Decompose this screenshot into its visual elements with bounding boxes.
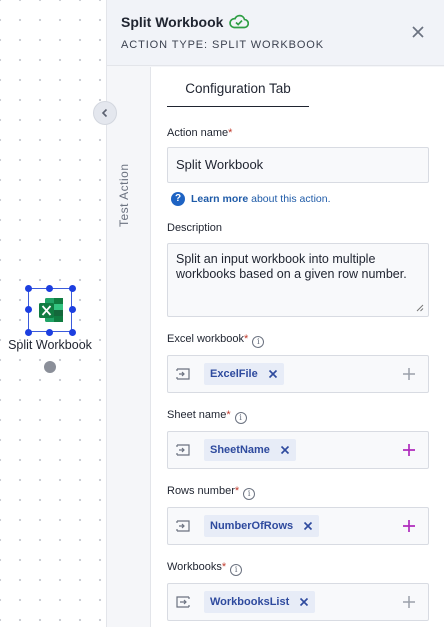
variable-input-icon: [176, 520, 190, 532]
close-icon[interactable]: [410, 24, 426, 40]
help-icon: ?: [171, 192, 185, 206]
remove-chip-icon[interactable]: [299, 597, 309, 607]
info-icon[interactable]: i: [230, 564, 243, 576]
workflow-canvas[interactable]: Split Workbook: [0, 0, 106, 627]
add-variable-icon[interactable]: [402, 595, 416, 609]
resize-grip-icon[interactable]: [416, 304, 424, 312]
action-type-label: ACTION TYPE: SPLIT WORKBOOK: [121, 39, 324, 51]
description-textarea[interactable]: Split an input workbook into multiple wo…: [167, 243, 429, 317]
resize-handle[interactable]: [68, 328, 76, 336]
variable-chip[interactable]: WorkbooksList: [204, 591, 316, 613]
resize-handle[interactable]: [46, 328, 53, 336]
remove-chip-icon[interactable]: [280, 445, 290, 455]
resize-handle[interactable]: [46, 284, 53, 292]
chevron-left-icon: [101, 108, 108, 118]
variable-chip[interactable]: ExcelFile: [204, 363, 284, 385]
remove-chip-icon[interactable]: [303, 521, 313, 531]
variable-output-icon: [176, 596, 190, 608]
sheet-name-label: Sheet name* i: [167, 409, 247, 424]
test-action-tab[interactable]: Test Action: [93, 67, 151, 627]
output-port[interactable]: [44, 361, 56, 373]
workbooks-label: Workbooks* i: [167, 561, 243, 576]
info-icon[interactable]: i: [243, 488, 256, 500]
add-variable-icon[interactable]: [402, 367, 416, 381]
action-config-panel: Split Workbook ACTION TYPE: SPLIT WORKBO…: [93, 0, 444, 627]
panel-header: Split Workbook ACTION TYPE: SPLIT WORKBO…: [107, 0, 444, 66]
action-name-label: Action name*: [167, 127, 233, 139]
chip-label: SheetName: [210, 444, 270, 456]
configuration-content: Configuration Tab Action name* Split Wor…: [151, 67, 444, 627]
learn-more-text: about this action.: [251, 193, 331, 205]
description-text: Split an input workbook into multiple wo…: [176, 252, 407, 281]
workbooks-field[interactable]: WorkbooksList: [167, 583, 429, 621]
rows-number-label: Rows number* i: [167, 485, 256, 500]
resize-handle[interactable]: [24, 328, 32, 336]
variable-input-icon: [176, 444, 190, 456]
resize-handle[interactable]: [68, 306, 76, 313]
test-action-label: Test Action: [117, 163, 131, 227]
resize-handle[interactable]: [24, 284, 32, 292]
add-variable-icon[interactable]: [402, 443, 416, 457]
description-label: Description: [167, 222, 223, 234]
excel-workbook-field[interactable]: ExcelFile: [167, 355, 429, 393]
rows-number-field[interactable]: NumberOfRows: [167, 507, 429, 545]
chip-label: NumberOfRows: [210, 520, 294, 532]
excel-file-icon: [39, 298, 63, 322]
info-icon[interactable]: i: [252, 336, 265, 348]
remove-chip-icon[interactable]: [268, 369, 278, 379]
resize-handle[interactable]: [68, 284, 76, 292]
learn-more-strong: Learn more: [191, 193, 249, 205]
chip-label: WorkbooksList: [210, 596, 290, 608]
node-label: Split Workbook: [8, 338, 92, 352]
sheet-name-field[interactable]: SheetName: [167, 431, 429, 469]
split-workbook-node[interactable]: [24, 284, 76, 336]
collapse-button[interactable]: [93, 101, 117, 125]
variable-input-icon: [176, 368, 190, 380]
info-icon[interactable]: i: [234, 412, 247, 424]
learn-more-link[interactable]: ? Learn more about this action.: [171, 192, 331, 206]
variable-chip[interactable]: NumberOfRows: [204, 515, 320, 537]
tab-configuration[interactable]: Configuration Tab: [167, 81, 309, 107]
resize-handle[interactable]: [24, 306, 32, 313]
add-variable-icon[interactable]: [402, 519, 416, 533]
variable-chip[interactable]: SheetName: [204, 439, 296, 461]
action-name-input[interactable]: Split Workbook: [167, 147, 429, 183]
cloud-check-icon: [229, 14, 249, 29]
panel-title: Split Workbook: [121, 14, 224, 30]
excel-workbook-label: Excel workbook* i: [167, 333, 265, 348]
chip-label: ExcelFile: [210, 368, 258, 380]
